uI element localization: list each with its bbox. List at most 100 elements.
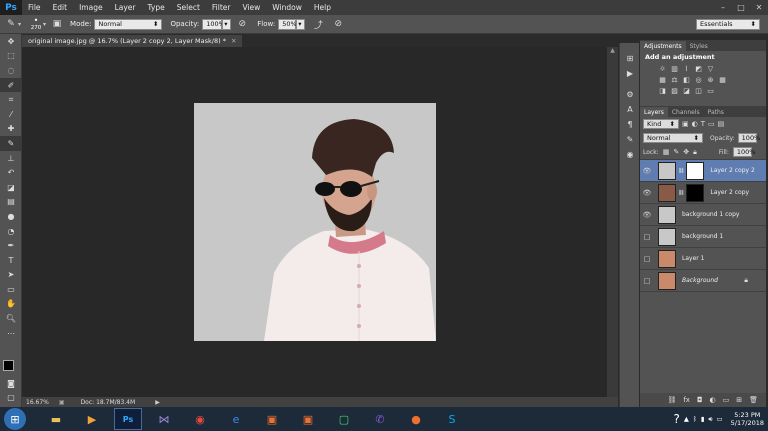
opacity-dropdown[interactable]: ▾ (222, 18, 232, 30)
history-icon[interactable]: ⊞ (620, 51, 640, 66)
layer-opacity-input[interactable]: 100% (737, 133, 760, 143)
tab-layers[interactable]: Layers (640, 107, 668, 117)
visibility-toggle[interactable]: □ (640, 277, 654, 285)
status-info-icon[interactable]: ▣ (59, 399, 65, 406)
filter-pixel-icon[interactable]: ▣ (682, 120, 689, 128)
lock-transparent-icon[interactable]: ▦ (663, 148, 670, 156)
menu-file[interactable]: File (22, 3, 47, 12)
mode-select[interactable]: Normal ⬍ (94, 18, 163, 30)
zoom-tool-icon[interactable]: 🔍︎ (0, 311, 22, 326)
channel-mixer-icon[interactable]: ⊛ (706, 75, 715, 84)
help-icon[interactable]: ? (674, 412, 680, 426)
threshold-icon[interactable]: ◪ (682, 86, 691, 95)
new-adjustment-icon[interactable]: ◐ (710, 396, 716, 404)
firefox-icon[interactable]: ● (402, 408, 430, 430)
viber-icon[interactable]: ✆ (366, 408, 394, 430)
history-brush-tool-icon[interactable]: ↶ (0, 165, 22, 180)
clone-source-icon[interactable]: ◉ (620, 147, 640, 162)
app-orange-icon[interactable]: ▣ (258, 408, 286, 430)
chrome-icon[interactable]: ◉ (186, 408, 214, 430)
screen-mode-icon[interactable]: ▢ (0, 390, 22, 405)
gradient-tool-icon[interactable]: ▤ (0, 195, 22, 210)
filter-shape-icon[interactable]: ▭ (708, 120, 715, 128)
lock-position-icon[interactable]: ✥ (683, 148, 689, 156)
camtasia-icon[interactable]: ▢ (330, 408, 358, 430)
eyedropper-tool-icon[interactable]: ⁄ (0, 107, 22, 122)
filter-type-icon[interactable]: T (701, 120, 705, 128)
document-image[interactable] (194, 103, 436, 341)
add-mask-icon[interactable]: ◘ (697, 396, 703, 404)
new-layer-icon[interactable]: ⊞ (736, 396, 742, 404)
chain-link-icon[interactable]: ⛓︎ (678, 190, 684, 196)
flow-dropdown[interactable]: ▾ (296, 18, 306, 30)
properties-icon[interactable]: ⚙ (620, 87, 640, 102)
menu-layer[interactable]: Layer (109, 3, 142, 12)
marquee-tool-icon[interactable]: ⬚ (0, 49, 22, 64)
more-tools-icon[interactable]: ⋯ (0, 326, 22, 341)
brush-tool-preset-icon[interactable]: ✎ (4, 18, 18, 31)
chain-link-icon[interactable]: ⛓︎ (678, 168, 684, 174)
tab-channels[interactable]: Channels (668, 107, 704, 117)
menu-help[interactable]: Help (308, 3, 337, 12)
layer-mask-thumbnail[interactable] (686, 183, 705, 202)
eraser-tool-icon[interactable]: ◪ (0, 180, 22, 195)
exposure-icon[interactable]: ◩ (694, 64, 703, 73)
trash-icon[interactable]: 🗑︎ (749, 396, 758, 404)
document-tab[interactable]: original image.jpg @ 16.7% (Layer 2 copy… (22, 35, 244, 47)
gradient-map-icon[interactable]: ▭ (706, 86, 715, 95)
photoshop-taskbar-icon[interactable]: Ps (114, 408, 142, 430)
color-balance-icon[interactable]: ⚖ (670, 75, 679, 84)
file-explorer-icon[interactable]: ▬ (42, 408, 70, 430)
layer-row[interactable]: □ Background 🔒︎ (640, 270, 766, 292)
path-selection-tool-icon[interactable]: ➤ (0, 268, 22, 283)
menu-type[interactable]: Type (142, 3, 171, 12)
menu-select[interactable]: Select (171, 3, 206, 12)
internet-explorer-icon[interactable]: e (222, 408, 250, 430)
status-menu-arrow-icon[interactable]: ▶ (155, 399, 160, 406)
selective-color-icon[interactable]: ◫ (694, 86, 703, 95)
posterize-icon[interactable]: ▨ (670, 86, 679, 95)
opacity-input[interactable]: 100% (202, 18, 225, 30)
kind-filter-select[interactable]: Kind ⬍ (643, 119, 679, 129)
brush-presets-icon[interactable]: ✎ (620, 132, 640, 147)
workspace-select[interactable]: Essentials ⬍ (696, 18, 760, 30)
menu-edit[interactable]: Edit (47, 3, 74, 12)
black-white-icon[interactable]: ◧ (682, 75, 691, 84)
airbrush-icon[interactable]: ⤴ (311, 18, 325, 31)
bluetooth-icon[interactable]: ᛒ (693, 415, 697, 423)
shape-tool-icon[interactable]: ▭ (0, 282, 22, 297)
tab-styles[interactable]: Styles (686, 41, 712, 51)
quick-selection-tool-icon[interactable]: ✐ (0, 77, 22, 93)
brush-tool-icon[interactable]: ✎ (0, 136, 22, 151)
menu-filter[interactable]: Filter (206, 3, 237, 12)
tab-adjustments[interactable]: Adjustments (640, 41, 686, 51)
vertical-scrollbar[interactable]: ▲ (607, 47, 618, 397)
menu-image[interactable]: Image (73, 3, 109, 12)
media-player-icon[interactable]: ▶ (78, 408, 106, 430)
layer-row[interactable]: 👁︎ background 1 copy (640, 204, 766, 226)
pressure-size-icon[interactable]: ⊘ (331, 18, 345, 31)
tab-paths[interactable]: Paths (704, 107, 728, 117)
filter-smart-object-icon[interactable]: ▤ (718, 120, 725, 128)
close-button[interactable]: ✕ (750, 0, 768, 15)
brush-size-picker[interactable]: • 270 (29, 16, 43, 33)
network-icon[interactable]: ▮ (701, 415, 705, 423)
filter-adjustment-icon[interactable]: ◐ (692, 120, 698, 128)
vibrance-icon[interactable]: ▽ (706, 64, 715, 73)
layer-mask-thumbnail[interactable] (686, 161, 705, 180)
pressure-opacity-icon[interactable]: ⊘ (235, 18, 249, 31)
eye-icon[interactable]: 👁︎ (640, 189, 654, 197)
blur-tool-icon[interactable]: ● (0, 209, 22, 224)
tray-expand-icon[interactable]: ▲ (684, 415, 689, 423)
visibility-toggle[interactable]: □ (640, 233, 654, 241)
zoom-level[interactable]: 16.67% (26, 399, 49, 406)
app-orange-icon-2[interactable]: ▣ (294, 408, 322, 430)
curves-icon[interactable]: ⌇ (682, 64, 691, 73)
invert-icon[interactable]: ◨ (658, 86, 667, 95)
visibility-toggle[interactable]: □ (640, 255, 654, 263)
quick-mask-icon[interactable]: ◙ (0, 376, 22, 391)
chevron-down-icon[interactable]: ▾ (18, 21, 21, 28)
eye-icon[interactable]: 👁︎ (640, 167, 654, 175)
clock[interactable]: 5:23 PM 5/17/2018 (731, 411, 764, 427)
flow-input[interactable]: 50% (278, 18, 297, 30)
